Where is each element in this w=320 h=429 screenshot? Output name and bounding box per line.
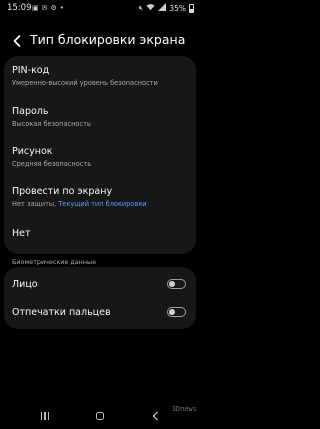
wifi-icon (146, 3, 155, 13)
biometrics-section-label: Биометрические данные (12, 258, 96, 266)
battery-percent: 35% (169, 3, 186, 13)
lock-option-subtitle: Нет защиты, Текущий тип блокировки (12, 200, 188, 208)
lock-option-title: Нет (12, 228, 31, 239)
mute-icon: 🔇︎ (138, 3, 144, 12)
home-icon (96, 412, 104, 420)
lock-option-title: PIN-код (12, 65, 50, 76)
settings-icon: ⚙ (50, 4, 57, 12)
chevron-left-icon (13, 35, 21, 47)
battery-icon (189, 3, 194, 13)
biometrics-list: Лицо Отпечатки пальцев (4, 267, 196, 329)
lock-option-password[interactable]: Пароль Высокая безопасность (12, 106, 188, 128)
status-time: 15:09 (7, 3, 32, 13)
lock-option-swipe[interactable]: Провести по экрану Нет защиты, Текущий т… (12, 186, 188, 208)
watermark-logo: 3Dnews (171, 405, 197, 413)
lock-option-pin[interactable]: PIN-код Умеренно-высокий уровень безопас… (12, 65, 188, 87)
page-title: Тип блокировки экрана (30, 32, 186, 47)
recent-apps-icon (41, 412, 49, 420)
lock-option-title: Провести по экрану (12, 186, 113, 197)
biometric-fingerprint-row[interactable]: Отпечатки пальцев (12, 301, 186, 323)
lock-option-pattern[interactable]: Рисунок Средняя безопасность (12, 146, 188, 168)
home-button[interactable] (93, 409, 107, 423)
swipe-security-text: Нет защиты, (12, 200, 57, 208)
lock-option-title: Рисунок (12, 146, 53, 157)
lock-type-list: PIN-код Умеренно-высокий уровень безопас… (4, 56, 196, 254)
lock-option-none[interactable]: Нет (12, 228, 188, 239)
header: Тип блокировки экрана (0, 26, 200, 56)
recent-apps-button[interactable] (38, 409, 52, 423)
image-icon: ▣ (32, 4, 39, 12)
toggle-knob (169, 309, 175, 315)
mail-icon: ✉ (41, 4, 48, 12)
biometric-face-row[interactable]: Лицо (12, 273, 186, 295)
face-toggle[interactable] (167, 279, 186, 289)
lock-option-title: Пароль (12, 106, 49, 117)
status-bar: 15:09 ▣ ✉ ⚙ • 🔇︎ 35% (0, 0, 200, 18)
back-icon (152, 411, 158, 421)
back-button[interactable] (8, 30, 26, 52)
biometric-fingerprint-label: Отпечатки пальцев (12, 306, 111, 318)
biometric-face-label: Лицо (12, 278, 38, 290)
fingerprint-toggle[interactable] (167, 307, 186, 317)
navigation-bar (0, 405, 200, 429)
signal-icon (158, 3, 167, 13)
nav-back-button[interactable] (148, 409, 162, 423)
lock-option-subtitle: Средняя безопасность (12, 160, 92, 168)
lock-option-subtitle: Умеренно-высокий уровень безопасности (12, 79, 158, 87)
current-lock-type-label: Текущий тип блокировки (58, 200, 147, 208)
notification-icons: ▣ ✉ ⚙ • (32, 3, 64, 13)
system-icons: 🔇︎ 35% (139, 3, 194, 13)
lock-option-subtitle: Высокая безопасность (12, 120, 91, 128)
toggle-knob (169, 281, 175, 287)
dot-icon: • (59, 4, 64, 12)
